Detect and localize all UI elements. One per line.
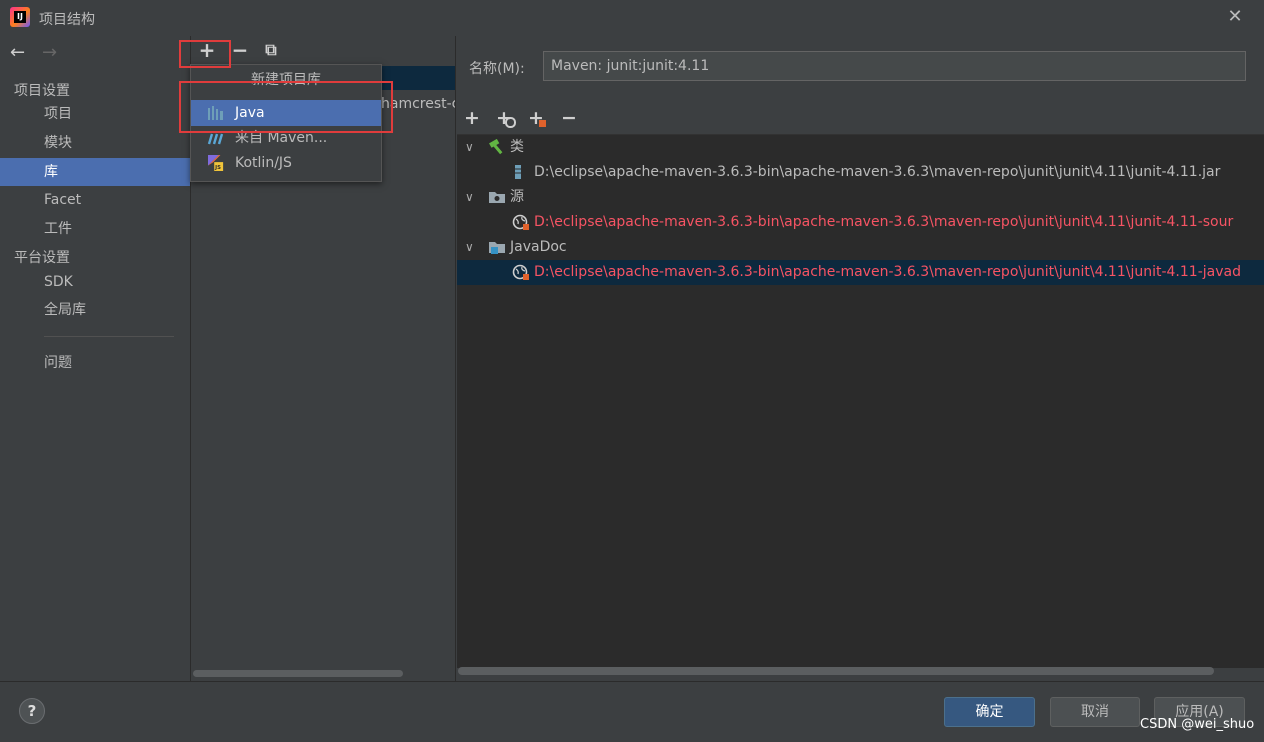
settings-sidebar: ← → 项目设置 项目 模块 库 Facet 工件 平台设置 SDK 全局库 问… bbox=[0, 36, 191, 681]
dialog-footer: ? 确定 取消 应用(A) CSDN @wei_shuo bbox=[0, 681, 1264, 742]
popup-item-kotlin-js[interactable]: JS Kotlin/JS bbox=[191, 150, 381, 176]
tree-node-sources[interactable]: ∨ 源 bbox=[457, 185, 1264, 210]
globe-small-icon bbox=[505, 117, 516, 128]
jar-file-icon bbox=[515, 165, 521, 179]
sidebar-item-artifacts[interactable]: 工件 bbox=[0, 215, 190, 243]
cancel-button[interactable]: 取消 bbox=[1050, 697, 1140, 727]
ok-button[interactable]: 确定 bbox=[944, 697, 1035, 727]
tree-label-javadoc-path: D:\eclipse\apache-maven-3.6.3-bin\apache… bbox=[534, 264, 1241, 280]
tree-label-sources: 源 bbox=[510, 189, 524, 205]
tree-node-classes[interactable]: ∨ 类 bbox=[457, 135, 1264, 160]
section-platform-settings: 平台设置 bbox=[14, 250, 70, 266]
globe-error-icon bbox=[512, 214, 529, 230]
sidebar-item-modules[interactable]: 模块 bbox=[0, 129, 190, 157]
highlight-java-item-box bbox=[179, 81, 393, 133]
add-root-button[interactable]: + bbox=[460, 106, 484, 130]
tree-leaf-jar[interactable]: D:\eclipse\apache-maven-3.6.3-bin\apache… bbox=[457, 160, 1264, 185]
svg-text:JS: JS bbox=[214, 165, 221, 171]
close-icon[interactable]: ✕ bbox=[1224, 6, 1246, 28]
intellij-app-icon: IJ bbox=[10, 7, 30, 27]
sidebar-divider bbox=[44, 336, 174, 337]
tree-node-javadoc[interactable]: ∨ JavaDoc bbox=[457, 235, 1264, 260]
name-label: 名称(M): bbox=[469, 61, 525, 77]
chevron-down-icon[interactable]: ∨ bbox=[465, 185, 474, 210]
source-folder-icon bbox=[489, 192, 505, 203]
csdn-watermark: CSDN @wei_shuo bbox=[1140, 717, 1255, 732]
tree-label-classes: 类 bbox=[510, 139, 524, 155]
tree-leaf-javadoc-missing[interactable]: D:\eclipse\apache-maven-3.6.3-bin\apache… bbox=[457, 260, 1264, 285]
section-project-settings: 项目设置 bbox=[14, 83, 70, 99]
sidebar-item-global-libraries[interactable]: 全局库 bbox=[0, 296, 190, 324]
highlight-add-button-box bbox=[179, 40, 231, 68]
hammer-icon bbox=[489, 139, 503, 155]
javadoc-folder-icon bbox=[489, 242, 505, 254]
tree-label-sources-path: D:\eclipse\apache-maven-3.6.3-bin\apache… bbox=[534, 214, 1234, 230]
tree-label-jar-path: D:\eclipse\apache-maven-3.6.3-bin\apache… bbox=[534, 164, 1221, 180]
app-icon-text: IJ bbox=[14, 11, 26, 23]
tree-leaf-sources-missing[interactable]: D:\eclipse\apache-maven-3.6.3-bin\apache… bbox=[457, 210, 1264, 235]
globe-error-icon bbox=[512, 264, 529, 280]
window-title: 项目结构 bbox=[39, 12, 95, 28]
roots-toolbar: + + + − bbox=[456, 106, 656, 132]
sidebar-item-facet[interactable]: Facet bbox=[0, 186, 190, 214]
kotlin-js-icon: JS bbox=[208, 155, 224, 171]
popup-item-kotlin-js-label: Kotlin/JS bbox=[235, 155, 292, 171]
add-excluded-button[interactable]: + bbox=[524, 106, 548, 130]
sidebar-item-sdk[interactable]: SDK bbox=[0, 268, 190, 296]
sidebar-item-project[interactable]: 项目 bbox=[0, 100, 190, 128]
chevron-down-icon[interactable]: ∨ bbox=[465, 135, 474, 160]
remove-root-button[interactable]: − bbox=[557, 106, 581, 130]
sidebar-item-libraries[interactable]: 库 bbox=[0, 158, 190, 186]
library-list-scrollbar[interactable] bbox=[193, 670, 403, 677]
tree-label-javadoc: JavaDoc bbox=[510, 239, 567, 255]
title-bar: IJ 项目结构 ✕ bbox=[0, 0, 1264, 36]
forward-arrow-icon[interactable]: → bbox=[42, 44, 57, 62]
roots-tree-scrollbar[interactable] bbox=[458, 667, 1214, 675]
attach-url-button[interactable]: + bbox=[492, 106, 516, 130]
library-name-input[interactable] bbox=[543, 51, 1246, 81]
orange-square-icon bbox=[539, 120, 546, 127]
back-arrow-icon[interactable]: ← bbox=[10, 44, 25, 62]
sidebar-item-problems[interactable]: 问题 bbox=[0, 349, 190, 377]
library-roots-tree: ∨ 类 D:\eclipse\apache-maven-3.6.3-bin\ap… bbox=[457, 134, 1264, 668]
library-details-panel: 名称(M): + + + − ∨ 类 D:\eclipse\apache-mav… bbox=[456, 36, 1264, 681]
chevron-down-icon[interactable]: ∨ bbox=[465, 235, 474, 260]
copy-library-icon[interactable]: ⧉ bbox=[258, 38, 284, 62]
help-button[interactable]: ? bbox=[19, 698, 45, 724]
